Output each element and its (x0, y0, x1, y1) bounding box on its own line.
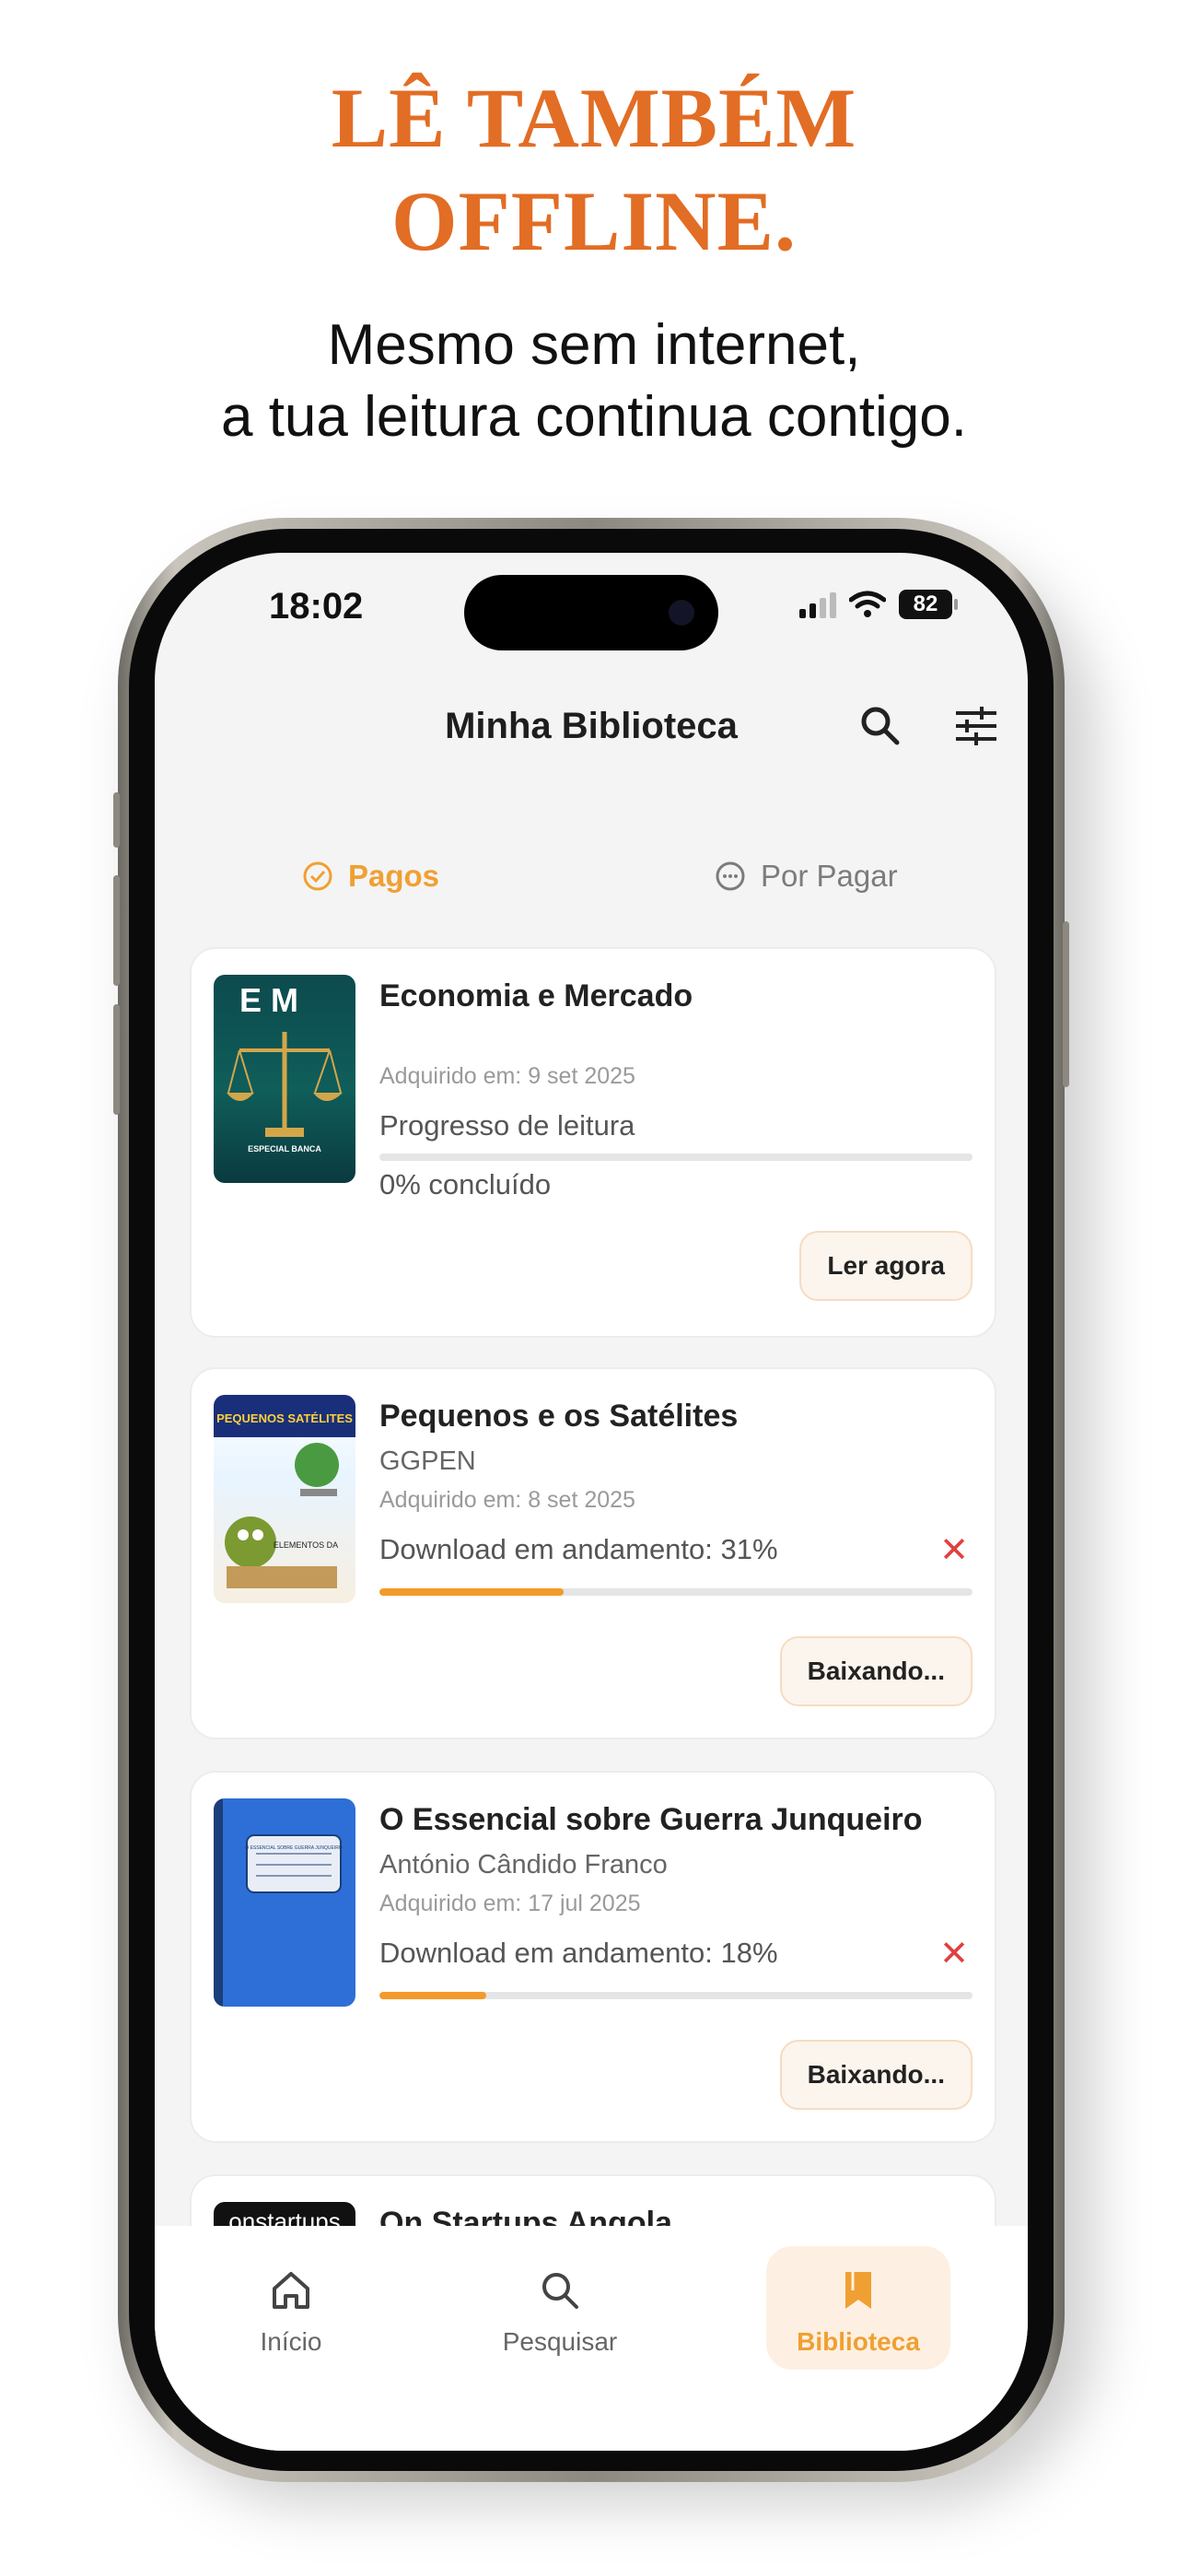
promo-subline: Mesmo sem internet, a tua leitura contin… (0, 310, 1188, 453)
progress-fill (379, 1588, 564, 1596)
download-progress-bar (379, 1992, 973, 1999)
download-progress-bar (379, 1588, 973, 1596)
cancel-download-icon[interactable]: ✕ (939, 1937, 969, 1972)
download-progress-label: Download em andamento: 31% (379, 1533, 778, 1565)
nav-item-biblioteca[interactable]: Biblioteca (766, 2246, 950, 2370)
signal-icon (799, 591, 836, 618)
cover-title: PEQUENOS SATÉLITES (216, 1411, 353, 1425)
book-acquired-date: Adquirido em: 9 set 2025 (379, 1063, 635, 1089)
tab-pagos[interactable]: Pagos (302, 859, 439, 894)
notebook-cover-icon: O ESSENCIAL SOBRE GUERRA JUNQUEIRO (214, 1798, 343, 2007)
camera-icon (669, 600, 694, 626)
svg-text:ELEMENTOS DA: ELEMENTOS DA (274, 1540, 338, 1550)
book-cover: E M ESPECIAL BANCA (214, 975, 355, 1183)
cover-logo: E M (239, 981, 298, 1019)
nav-label: Biblioteca (797, 2327, 920, 2356)
ellipsis-circle-icon (716, 861, 745, 891)
phone-screen: 18:02 82 Minha Biblioteca Pagos Por Paga… (155, 553, 1028, 2451)
sliders-icon[interactable] (952, 702, 1000, 750)
nav-label: Pesquisar (502, 2327, 618, 2356)
downloading-button[interactable]: Baixando... (779, 1636, 973, 1706)
book-author: GGPEN (379, 1446, 476, 1476)
promo-headline: LÊ TAMBÉM OFFLINE. (0, 66, 1188, 273)
book-cover: O ESSENCIAL SOBRE GUERRA JUNQUEIRO (214, 1798, 355, 2007)
cover-badge: ESPECIAL BANCA (248, 1144, 321, 1153)
reading-progress-bar (379, 1153, 973, 1161)
book-author: António Cândido Franco (379, 1850, 668, 1879)
book-acquired-date: Adquirido em: 8 set 2025 (379, 1487, 635, 1513)
book-title: Pequenos e os Satélites (379, 1399, 739, 1434)
check-circle-icon (303, 861, 332, 891)
nav-item-inicio[interactable]: Início (199, 2246, 383, 2370)
read-now-button[interactable]: Ler agora (799, 1231, 973, 1301)
promo-sub-line2: a tua leitura continua contigo. (221, 385, 967, 449)
promo-sub-line1: Mesmo sem internet, (327, 313, 861, 377)
home-icon (273, 2272, 309, 2309)
bookmark-icon (845, 2272, 871, 2309)
book-title: Economia e Mercado (379, 978, 693, 1013)
satellite-illustration-icon: PEQUENOS SATÉLITES ELEMENTOS DA (214, 1395, 355, 1588)
status-time: 18:02 (269, 586, 364, 626)
promo-headline-line2: OFFLINE. (391, 174, 797, 268)
tab-por-pagar-label: Por Pagar (761, 859, 898, 893)
cover-label: O ESSENCIAL SOBRE GUERRA JUNQUEIRO (245, 1845, 343, 1851)
side-button (113, 792, 120, 848)
nav-label: Início (260, 2327, 322, 2356)
book-card[interactable]: O ESSENCIAL SOBRE GUERRA JUNQUEIRO O Ess… (190, 1771, 996, 2143)
book-title: O Essencial sobre Guerra Junqueiro (379, 1802, 923, 1837)
progress-fill (379, 1992, 486, 1999)
book-acquired-date: Adquirido em: 17 jul 2025 (379, 1891, 641, 1916)
downloading-button[interactable]: Baixando... (779, 2040, 973, 2110)
status-icons: 82 (799, 590, 958, 619)
dynamic-island (464, 575, 718, 650)
book-card[interactable]: E M ESPECIAL BANCA Economia e Mercado Ad… (190, 947, 996, 1338)
wifi-icon (849, 591, 886, 617)
search-icon[interactable] (856, 702, 904, 750)
reading-progress-label: Progresso de leitura (379, 1109, 635, 1142)
side-button (113, 1004, 120, 1115)
promo-headline-line1: LÊ TAMBÉM (331, 71, 857, 165)
book-cover: PEQUENOS SATÉLITES ELEMENTOS DA (214, 1395, 355, 1603)
search-icon (542, 2273, 578, 2309)
side-button (113, 875, 120, 986)
book-card[interactable]: PEQUENOS SATÉLITES ELEMENTOS DA Pequenos… (190, 1367, 996, 1739)
download-progress-label: Download em andamento: 18% (379, 1937, 778, 1969)
bottom-navigation: Início Pesquisar Biblioteca (155, 2226, 1028, 2451)
battery-icon: 82 (899, 590, 958, 619)
reading-progress-text: 0% concluído (379, 1168, 552, 1200)
scales-icon: E M ESPECIAL BANCA (227, 981, 343, 1153)
side-button (1063, 921, 1069, 1087)
cancel-download-icon[interactable]: ✕ (939, 1533, 969, 1568)
tab-pagos-label: Pagos (348, 859, 440, 893)
nav-item-pesquisar[interactable]: Pesquisar (468, 2246, 652, 2370)
tab-por-pagar[interactable]: Por Pagar (715, 859, 898, 894)
